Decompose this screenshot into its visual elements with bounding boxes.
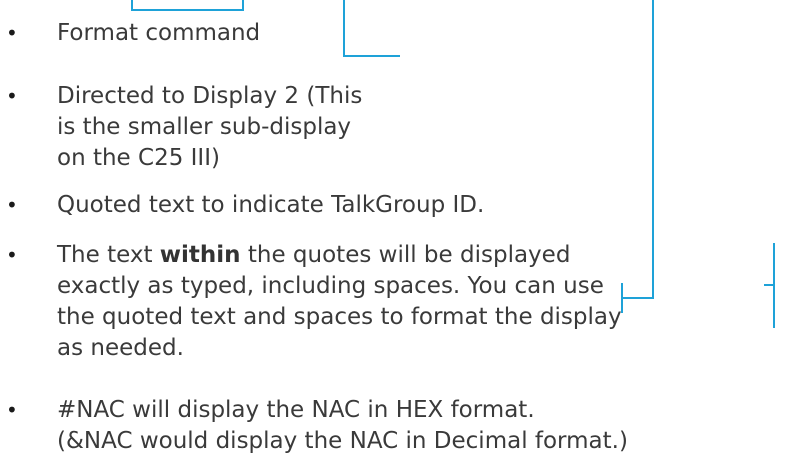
bullet-text: The text within the quotes will be displ… — [57, 240, 570, 271]
bullet-text: exactly as typed, including spaces. You … — [57, 273, 604, 299]
bullet-dot: • — [6, 21, 18, 45]
connector-line — [131, 9, 243, 11]
connector-line — [343, 0, 345, 57]
connector-line — [242, 0, 244, 11]
bullet-text: on the C25 III) — [57, 145, 220, 171]
bullet-text: is the smaller sub-display — [57, 114, 352, 140]
bullet-text: Directed to Display 2 (This — [57, 83, 363, 109]
bullet-text-bold: within — [159, 242, 241, 268]
bullet-text: Quoted text to indicate TalkGroup ID. — [57, 192, 485, 218]
connector-line — [621, 297, 654, 299]
connector-line — [343, 55, 400, 57]
bullet-dot: • — [6, 193, 18, 217]
bullet-text: the quoted text and spaces to format the… — [57, 304, 622, 330]
bullet-dot: • — [6, 398, 18, 422]
bullet-list: • Format command • Directed to Display 2… — [0, 0, 797, 461]
bullet-text-pre: The text — [57, 242, 160, 268]
bullet-dot: • — [6, 243, 18, 267]
connector-line — [764, 284, 774, 286]
bullet-text: Format command — [57, 20, 261, 46]
bullet-text: #NAC will display the NAC in HEX format. — [57, 397, 535, 423]
bullet-text-post: the quotes will be displayed — [240, 242, 571, 268]
bullet-dot: • — [6, 84, 18, 108]
bullet-text: (&NAC would display the NAC in Decimal f… — [57, 428, 628, 454]
connector-line — [652, 0, 654, 299]
bullet-text: as needed. — [57, 335, 184, 361]
